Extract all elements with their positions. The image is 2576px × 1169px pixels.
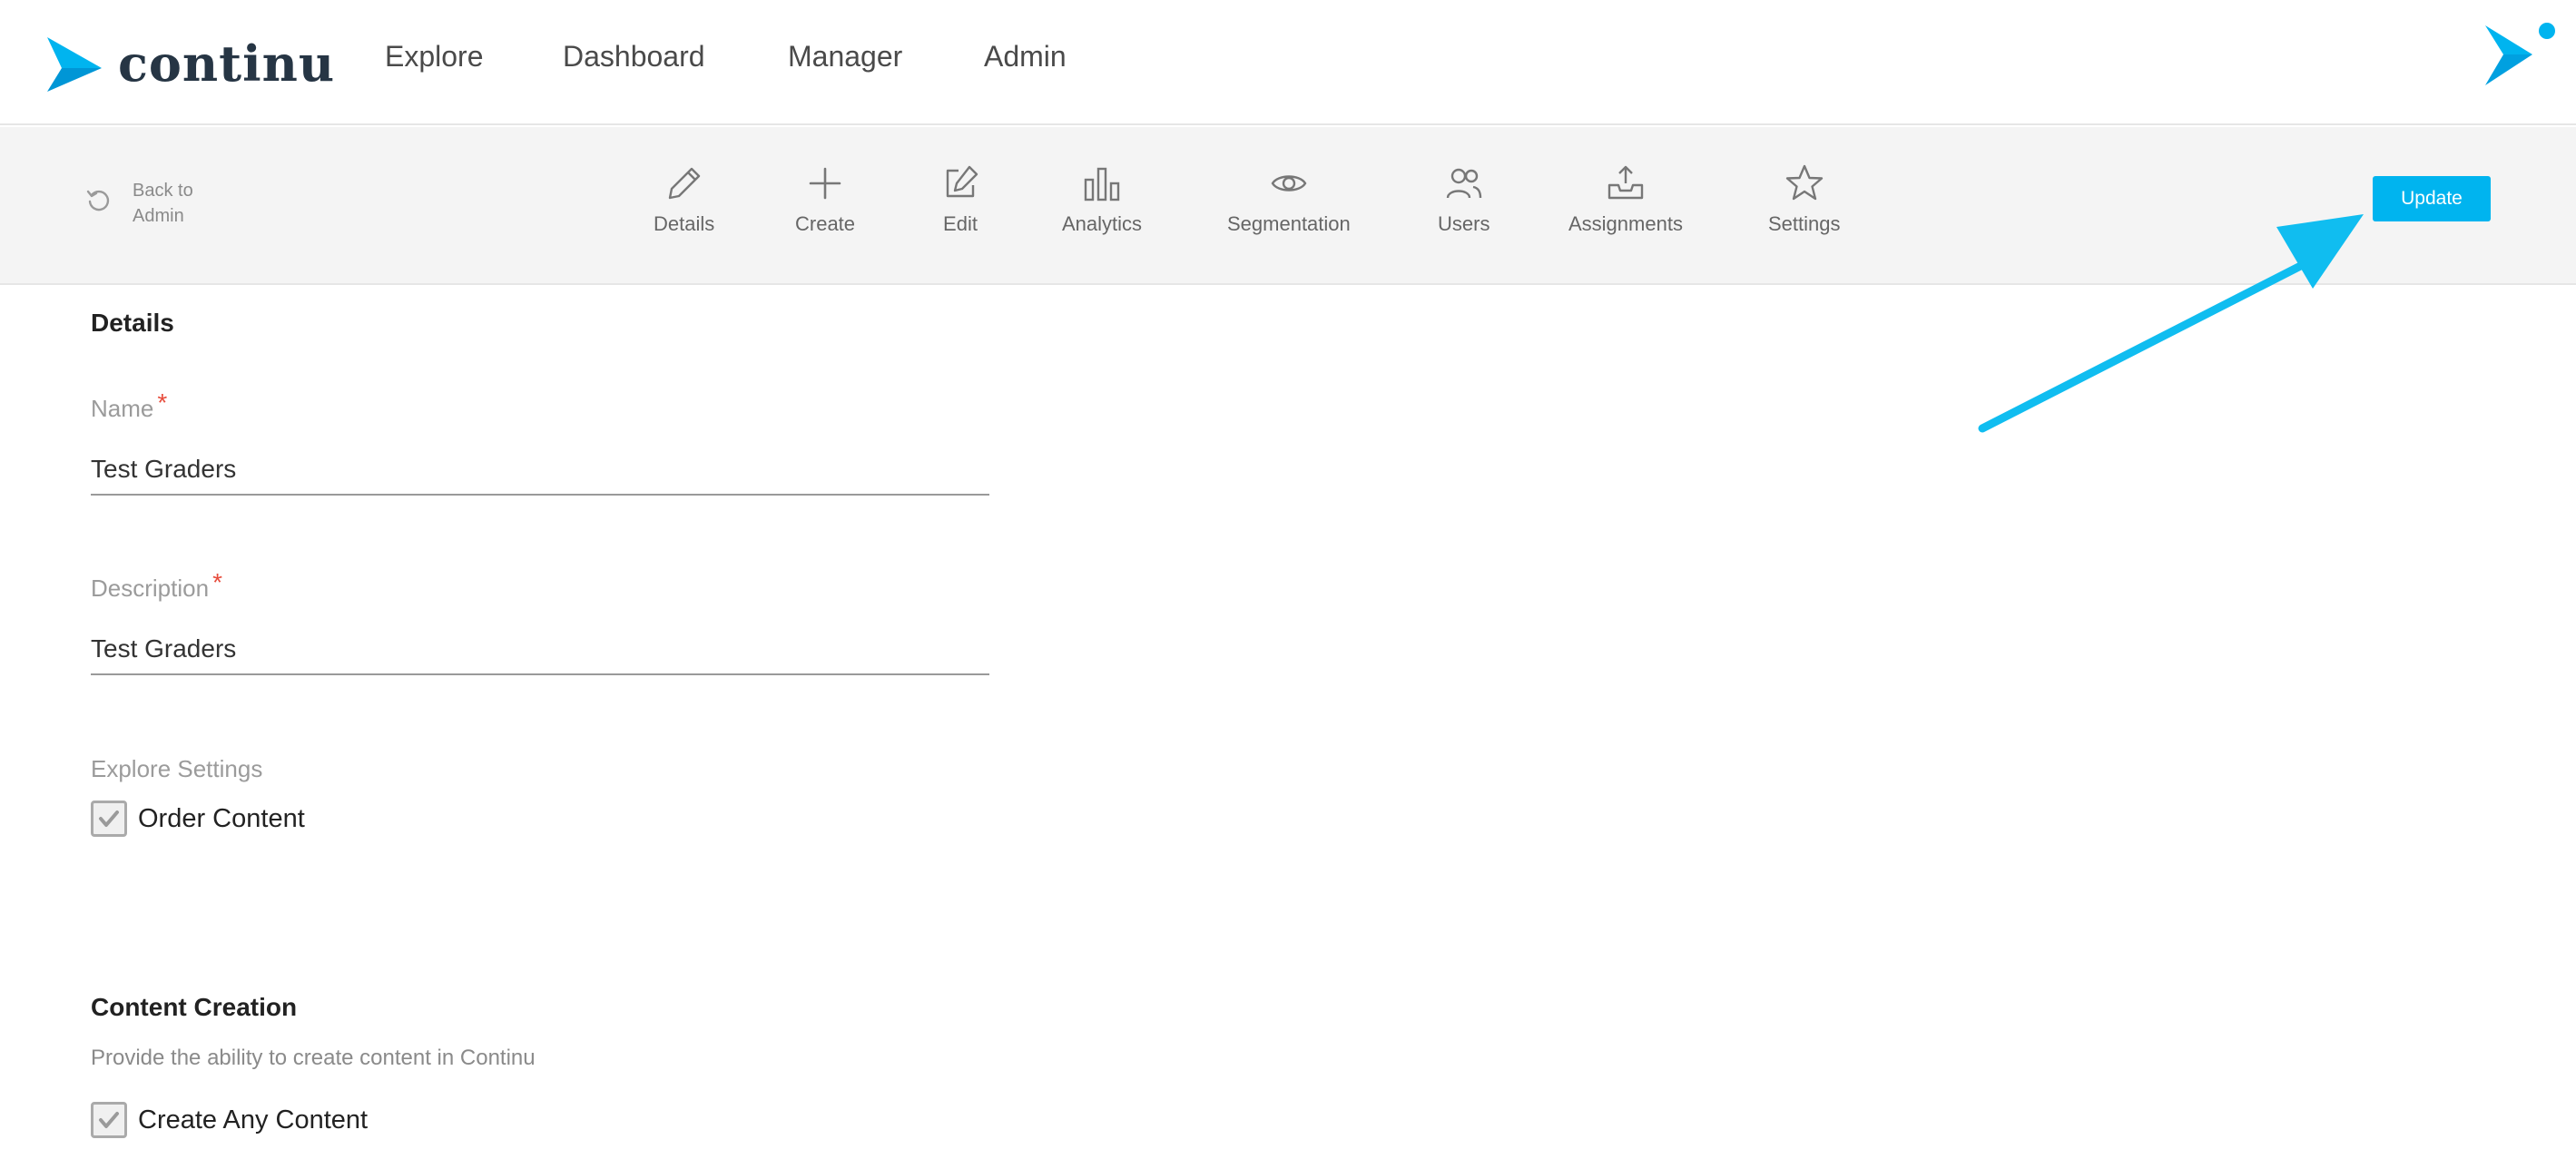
- tab-edit-label: Edit: [943, 212, 978, 235]
- tab-segmentation[interactable]: Segmentation: [1227, 163, 1351, 236]
- continu-logo[interactable]: continu: [44, 33, 335, 94]
- tab-edit[interactable]: Edit: [940, 163, 980, 236]
- tab-details[interactable]: Details: [654, 163, 714, 236]
- tab-create-label: Create: [795, 212, 856, 235]
- description-label: Description *: [91, 568, 222, 603]
- details-section-title: Details: [91, 309, 174, 337]
- tab-assignments-label: Assignments: [1568, 212, 1683, 235]
- tab-details-label: Details: [654, 212, 715, 235]
- star-icon: [1785, 164, 1823, 201]
- logo-text: continu: [118, 34, 336, 93]
- nav-dashboard[interactable]: Dashboard: [563, 40, 705, 74]
- order-content-checkbox-row[interactable]: Order Content: [91, 801, 305, 837]
- profile-logo-icon[interactable]: [2482, 20, 2558, 89]
- tab-create[interactable]: Create: [795, 163, 855, 236]
- create-any-content-checkbox-row[interactable]: Create Any Content: [91, 1102, 368, 1138]
- back-to-admin-label: Back to Admin: [133, 181, 193, 226]
- explore-settings-label: Explore Settings: [91, 755, 263, 782]
- back-to-admin-link[interactable]: Back to Admin: [85, 178, 223, 229]
- name-input[interactable]: [91, 445, 989, 496]
- name-label-text: Name: [91, 395, 154, 422]
- order-content-checkbox[interactable]: [91, 801, 127, 837]
- tab-segmentation-label: Segmentation: [1227, 212, 1351, 235]
- continu-logo-icon: [47, 37, 102, 92]
- tab-analytics-label: Analytics: [1062, 212, 1143, 235]
- undo-icon: [86, 190, 110, 211]
- nav-manager[interactable]: Manager: [788, 40, 902, 74]
- checkmark-icon: [99, 1112, 119, 1128]
- tab-assignments[interactable]: Assignments: [1568, 163, 1683, 236]
- inbox-upload-icon: [1608, 165, 1644, 200]
- description-label-text: Description: [91, 575, 210, 602]
- bar-chart-icon: [1084, 167, 1120, 201]
- update-button[interactable]: Update: [2373, 176, 2491, 221]
- description-input[interactable]: [91, 624, 989, 675]
- tab-settings-label: Settings: [1768, 212, 1841, 235]
- content-creation-title: Content Creation: [91, 993, 298, 1021]
- tab-settings[interactable]: Settings: [1768, 163, 1841, 236]
- tab-users[interactable]: Users: [1438, 163, 1490, 236]
- create-any-content-checkbox[interactable]: [91, 1102, 127, 1138]
- order-content-label: Order Content: [138, 803, 305, 833]
- users-icon: [1446, 168, 1481, 199]
- content-creation-helper: Provide the ability to create content in…: [91, 1046, 536, 1070]
- top-navigation: continu Explore Dashboard Manager Admin: [0, 0, 2576, 125]
- pencil-icon: [668, 167, 700, 200]
- checkmark-icon: [99, 810, 119, 827]
- admin-toolbar: Back to Admin Details Create Edit Analyt…: [0, 127, 2576, 285]
- tab-users-label: Users: [1438, 212, 1490, 235]
- nav-admin[interactable]: Admin: [984, 40, 1067, 74]
- eye-icon: [1271, 175, 1307, 192]
- name-label: Name *: [91, 388, 167, 423]
- create-any-content-label: Create Any Content: [138, 1105, 369, 1135]
- tab-analytics[interactable]: Analytics: [1062, 163, 1142, 236]
- required-marker: *: [212, 568, 222, 596]
- edit-icon: [946, 165, 978, 198]
- required-marker: *: [157, 388, 168, 417]
- nav-explore[interactable]: Explore: [385, 40, 484, 74]
- plus-icon: [809, 167, 841, 200]
